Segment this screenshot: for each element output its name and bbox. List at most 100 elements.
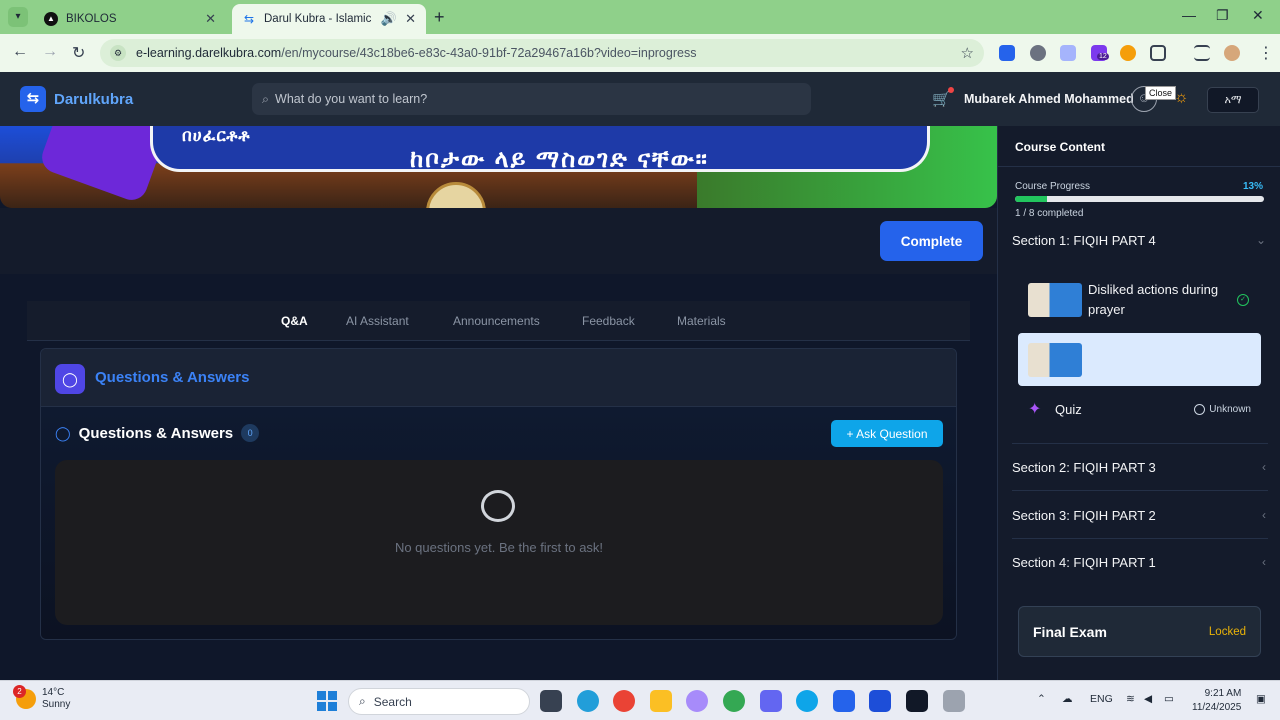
app-icon[interactable] — [906, 690, 928, 712]
snipping-tool-icon[interactable] — [943, 690, 965, 712]
edge-icon[interactable] — [796, 690, 818, 712]
battery-icon[interactable]: ▭ — [1164, 693, 1174, 705]
windows-start-icon[interactable] — [317, 691, 337, 711]
maximize-button[interactable]: ❐ — [1216, 7, 1229, 24]
back-icon[interactable]: ← — [12, 43, 28, 61]
chrome-profile-icon[interactable] — [723, 690, 745, 712]
new-tab-button[interactable]: + — [434, 7, 445, 28]
cart-icon[interactable]: 🛒 — [932, 87, 954, 108]
divider — [1012, 538, 1268, 539]
section-header-3[interactable]: Section 3: FIQIH PART 2 ‹ — [1012, 508, 1268, 523]
tab-announcements[interactable]: Announcements — [453, 314, 540, 328]
qa-section-title: ◯ Questions & Answers 0 — [55, 424, 260, 442]
cookie-extension-icon[interactable] — [1120, 45, 1136, 61]
tab-feedback[interactable]: Feedback — [582, 314, 635, 328]
tray-app-icon[interactable]: ☁ — [1062, 693, 1073, 705]
course-search[interactable]: ⌕ — [252, 83, 811, 115]
minimize-button[interactable]: — — [1182, 7, 1196, 23]
progress-label: Course Progress — [1015, 181, 1091, 192]
forward-icon[interactable]: → — [42, 43, 58, 61]
volume-icon[interactable]: ◀ — [1144, 693, 1152, 705]
brand-logo[interactable]: ⇆ Darulkubra — [20, 86, 133, 112]
weather-widget[interactable]: 2 14°C Sunny — [13, 685, 70, 711]
lesson-title: Disliked actions during prayer — [1088, 282, 1219, 317]
section-header-4[interactable]: Section 4: FIQIH PART 1 ‹ — [1012, 555, 1268, 570]
tab-materials[interactable]: Materials — [677, 314, 726, 328]
tab-qa[interactable]: Q&A — [281, 314, 308, 328]
reload-icon[interactable]: ↻ — [72, 43, 85, 63]
task-view-icon[interactable] — [540, 690, 562, 712]
search-input[interactable] — [275, 92, 801, 106]
taskbar-search-label: Search — [373, 694, 412, 709]
browser-tab-bikolos[interactable]: ▲ BIKOLOS ✕ — [34, 4, 226, 34]
tab-search-icon[interactable]: ▾ — [8, 7, 28, 27]
tab-title: BIKOLOS — [66, 13, 117, 25]
language-switcher[interactable]: አማ — [1207, 87, 1259, 113]
progress-bar-fill — [1015, 196, 1048, 202]
search-icon: ⌕ — [262, 91, 270, 106]
divider — [1012, 490, 1268, 491]
extension-icon[interactable] — [999, 45, 1015, 61]
section-title: Section 4: FIQIH PART 1 — [1012, 555, 1156, 570]
store-icon[interactable] — [869, 690, 891, 712]
extension-icon[interactable]: 12 — [1091, 45, 1109, 61]
chevron-left-icon: ‹ — [1262, 460, 1266, 474]
close-tab-icon[interactable]: ✕ — [405, 11, 416, 27]
site-info-icon[interactable]: ⚙ — [110, 45, 126, 61]
lesson-item[interactable]: Disliked actions during prayer ✓ — [1018, 276, 1261, 326]
chat-bubble-icon: ◯ — [55, 364, 85, 394]
tab-ai-assistant[interactable]: AI Assistant — [346, 314, 409, 328]
complete-button[interactable]: Complete — [880, 221, 983, 261]
theme-toggle-sun-icon[interactable]: ☼ — [1174, 89, 1189, 107]
audio-icon[interactable]: 🔊 — [381, 11, 397, 27]
telegram-icon[interactable] — [577, 690, 599, 712]
section-header-2[interactable]: Section 2: FIQIH PART 3 ‹ — [1012, 460, 1268, 475]
quiz-status: Unknown — [1194, 404, 1251, 415]
qa-panel-header: ◯ Questions & Answers — [41, 349, 956, 407]
section-title: Section 1: FIQIH PART 4 — [1012, 233, 1156, 248]
tray-overflow-icon[interactable]: ⌃ — [1037, 693, 1046, 705]
media-control-icon[interactable] — [1194, 45, 1210, 61]
remote-desktop-icon[interactable] — [760, 690, 782, 712]
vscode-icon[interactable] — [833, 690, 855, 712]
lesson-thumbnail — [1028, 343, 1082, 377]
url-field[interactable]: ⚙ e-learning.darelkubra.com/en/mycourse/… — [100, 39, 984, 67]
copilot-icon[interactable] — [686, 690, 708, 712]
section-header-1[interactable]: Section 1: FIQIH PART 4 ⌄ — [1012, 233, 1268, 248]
bookmark-star-icon[interactable]: ☆ — [961, 44, 974, 62]
chat-bubble-icon: ◯ — [55, 424, 71, 441]
browser-address-bar: ← → ↻ ⚙ e-learning.darelkubra.com/en/myc… — [0, 34, 1280, 72]
user-name[interactable]: Mubarek Ahmed Mohammed — [964, 92, 1134, 106]
chrome-icon[interactable] — [613, 690, 635, 712]
extensions-puzzle-icon[interactable] — [1150, 45, 1166, 61]
video-player[interactable]: በሀፈርቶቶ ከቦታው ላይ ማስወገድ ናቸው። — [0, 126, 997, 208]
browser-tab-darulkubra[interactable]: ⇆ Darul Kubra - Islamic Learni 🔊 ✕ — [232, 4, 426, 34]
status-circle-icon — [1194, 404, 1206, 415]
clock-date: 11/24/2025 — [1192, 702, 1242, 713]
video-caption-line2: ከቦታው ላይ ማስወገድ ናቸው። — [410, 146, 709, 173]
extension-icon[interactable] — [1030, 45, 1046, 61]
wifi-icon[interactable]: ≋ — [1126, 693, 1135, 705]
empty-message: No questions yet. Be the first to ask! — [394, 540, 604, 555]
question-count-badge: 0 — [241, 424, 260, 442]
browser-menu-icon[interactable]: ⋮ — [1258, 43, 1274, 63]
file-explorer-icon[interactable] — [650, 690, 672, 712]
taskbar-search[interactable]: ⌕ Search — [348, 688, 530, 715]
close-tab-icon[interactable]: ✕ — [205, 11, 216, 27]
system-clock[interactable]: 9:21 AM 11/24/2025 — [1192, 687, 1241, 715]
notifications-icon[interactable]: ▣ — [1256, 693, 1266, 705]
ask-question-button[interactable]: + Ask Question — [831, 420, 943, 447]
input-language[interactable]: ENG — [1090, 693, 1113, 705]
progress-percent: 13% — [1242, 181, 1263, 192]
chat-bubble-icon — [481, 490, 515, 522]
video-decoration — [37, 126, 169, 205]
content-tabs: Q&A AI Assistant Announcements Feedback … — [27, 301, 970, 341]
notification-badge: 2 — [13, 685, 26, 698]
lesson-item-current[interactable] — [1018, 333, 1261, 386]
section-title: Section 3: FIQIH PART 2 — [1012, 508, 1156, 523]
final-exam-card[interactable]: Final Exam Locked — [1018, 606, 1261, 657]
profile-avatar-icon[interactable] — [1224, 45, 1240, 61]
extension-icon[interactable] — [1060, 45, 1076, 61]
close-window-button[interactable]: ✕ — [1252, 7, 1264, 24]
bikolos-favicon-icon: ▲ — [44, 12, 58, 26]
